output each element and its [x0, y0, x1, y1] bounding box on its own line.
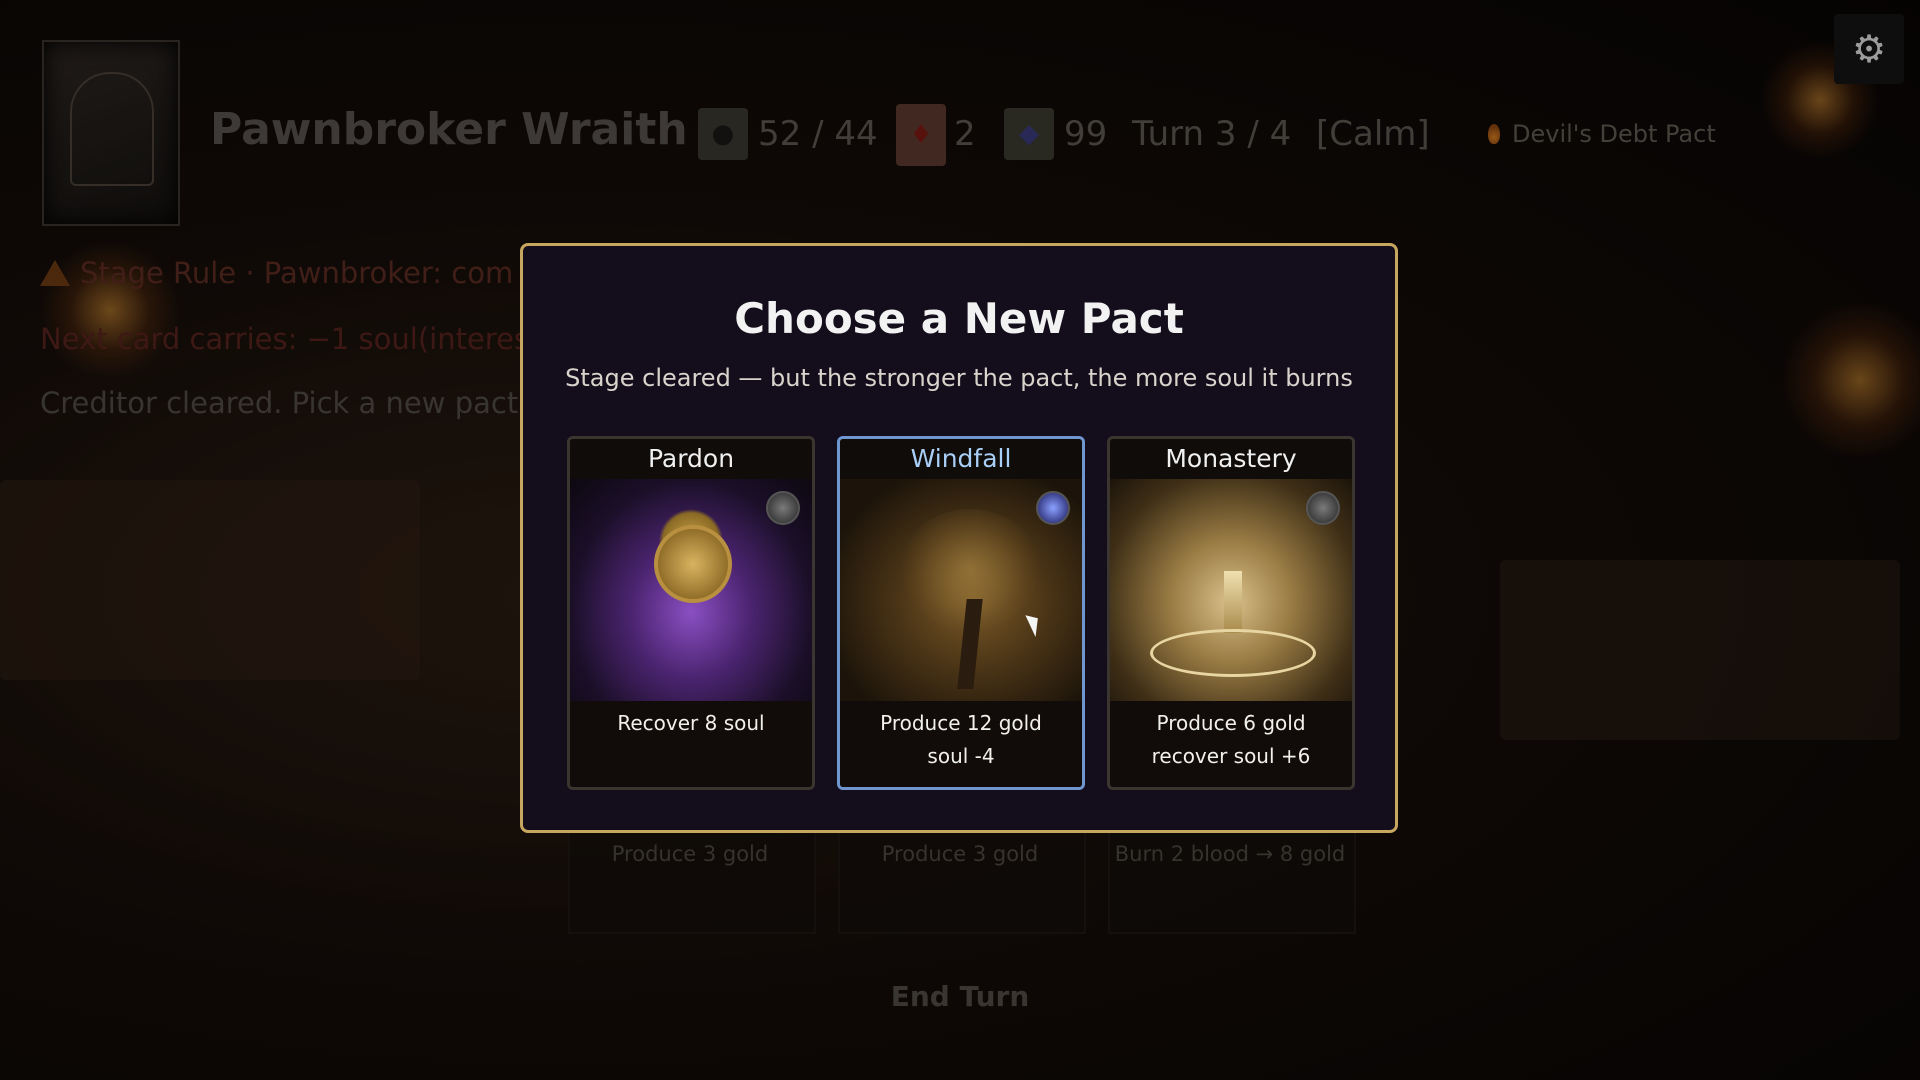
seal-icon — [1036, 491, 1070, 525]
pact-effect-line: recover soul +6 — [1151, 744, 1311, 768]
pact-effect-line: soul -4 — [927, 744, 995, 768]
pact-card-title: Monastery — [1110, 439, 1352, 479]
dialog-title: Choose a New Pact — [734, 294, 1184, 343]
pact-card-windfall[interactable]: Windfall Produce 12 gold soul -4 — [837, 436, 1085, 790]
fountain-stem — [1224, 571, 1242, 633]
coin-icon — [654, 525, 732, 603]
pact-choice-dialog: Choose a New Pact Stage cleared — but th… — [520, 243, 1398, 833]
pact-card-title: Pardon — [570, 439, 812, 479]
dialog-subtitle: Stage cleared — but the stronger the pac… — [565, 364, 1353, 392]
seal-icon — [766, 491, 800, 525]
pact-card-title: Windfall — [840, 439, 1082, 479]
fountain-icon — [1150, 629, 1316, 677]
game-screen: Pawnbroker Wraith ● 52 / 44 ♦ 2 ◆ 99 Tur… — [0, 0, 1920, 1080]
pact-effect-line: Produce 6 gold — [1156, 711, 1306, 735]
pact-effect-line: Produce 12 gold — [880, 711, 1042, 735]
pact-card-description: Produce 12 gold soul -4 — [840, 701, 1082, 787]
pact-card-description: Produce 6 gold recover soul +6 — [1110, 701, 1352, 787]
pact-card-monastery[interactable]: Monastery Produce 6 gold recover soul +6 — [1107, 436, 1355, 790]
pact-card-pardon[interactable]: Pardon Recover 8 soul — [567, 436, 815, 790]
pact-effect-line: Recover 8 soul — [617, 711, 765, 735]
seal-icon — [1306, 491, 1340, 525]
pact-card-description: Recover 8 soul — [570, 701, 812, 787]
